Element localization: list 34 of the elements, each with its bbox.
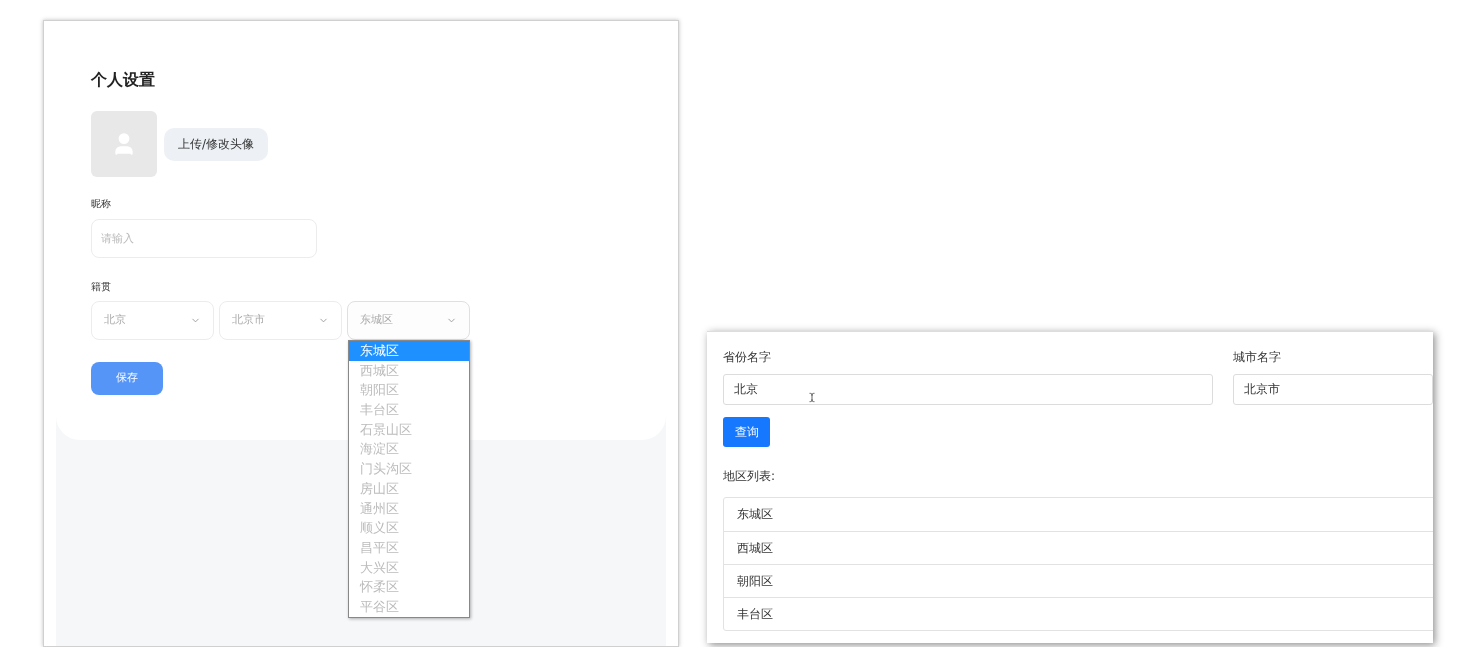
dropdown-option[interactable]: 东城区 xyxy=(349,341,469,361)
region-select[interactable]: 北京 xyxy=(91,301,214,340)
dropdown-option[interactable]: 怀柔区 xyxy=(349,577,469,597)
field-label: 籍贯 xyxy=(91,280,112,294)
dropdown-option[interactable]: 大兴区 xyxy=(349,557,469,578)
district-item[interactable]: 朝阳区 xyxy=(724,564,1433,597)
field-label: 昵称 xyxy=(91,197,112,211)
dropdown-option[interactable]: 顺义区 xyxy=(349,518,469,538)
field-label: 省份名字 xyxy=(723,349,772,366)
nickname-input[interactable]: 请输入 xyxy=(91,219,317,258)
province-input[interactable]: 北京 xyxy=(723,374,1213,405)
dropdown-option[interactable]: 海淀区 xyxy=(349,439,469,460)
city-input[interactable]: 北京市 xyxy=(1233,374,1433,405)
field-label: 城市名字 xyxy=(1233,349,1282,366)
district-item[interactable]: 丰台区 xyxy=(724,597,1433,630)
upload-avatar-button[interactable]: 上传/修改头像 xyxy=(164,127,269,161)
region-select[interactable]: 东城区 xyxy=(347,301,470,340)
list-label: 地区列表: xyxy=(723,468,777,485)
dropdown-option[interactable]: 丰台区 xyxy=(349,400,469,420)
district-item[interactable]: 西城区 xyxy=(724,531,1433,564)
query-button[interactable]: 查询 xyxy=(723,417,770,447)
region-select[interactable]: 北京市 xyxy=(219,301,342,340)
dropdown-option[interactable]: 门头沟区 xyxy=(349,459,469,479)
dropdown-option[interactable]: 房山区 xyxy=(349,478,469,499)
district-item[interactable]: 东城区 xyxy=(724,498,1433,531)
page-title: 个人设置 xyxy=(91,69,156,91)
dropdown-option[interactable]: 平谷区 xyxy=(349,596,469,617)
save-button[interactable]: 保存 xyxy=(91,362,163,395)
dropdown-option[interactable]: 石景山区 xyxy=(349,419,469,440)
dropdown-option[interactable]: 西城区 xyxy=(349,360,469,381)
dropdown-option[interactable]: 朝阳区 xyxy=(349,380,469,401)
text-cursor-icon xyxy=(807,391,817,404)
dropdown-option[interactable]: 昌平区 xyxy=(349,537,469,558)
dropdown-option[interactable]: 通州区 xyxy=(349,498,469,519)
